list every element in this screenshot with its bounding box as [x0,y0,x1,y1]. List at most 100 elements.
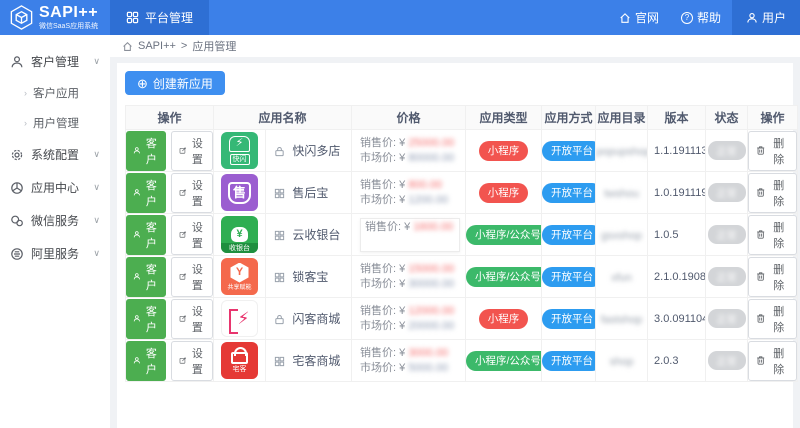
trash-icon [757,356,765,365]
customer-button[interactable]: 客户 [126,214,166,255]
app-name: 宅客商城 [292,354,341,368]
table-row: 客户 设置 ⚡ 快闪 快闪多店 销售价: ¥ 25000.00 市场价: ¥ 8… [125,129,799,172]
app-logo-label: 快闪 [229,154,250,165]
settings-button[interactable]: 设置 [171,172,213,213]
app-dir-blurred: shop [609,355,634,368]
delete-button[interactable]: 删除 [748,214,797,255]
app-type-badge: 小程序/公众号 [466,350,541,371]
sidebar-item-customer-management[interactable]: 客户管理 ∨ [0,45,110,78]
edit-icon [179,273,187,280]
app-logo: ⚡ 快闪 [221,132,258,169]
sidebar-item-ali-services[interactable]: 阿里服务 ∨ [0,237,110,270]
app-center-icon [11,181,23,194]
status-badge: 正常 [707,309,746,328]
brand-subtitle: 微信SaaS应用系统 [39,23,99,30]
breadcrumb: SAPI++ > 应用管理 [110,35,800,57]
app-logo: ¥ 收银台 [221,216,258,253]
market-price-blurred: 5000.00 [408,361,449,374]
edit-icon [179,147,187,154]
app-type-badge: 小程序 [478,140,529,161]
app-logo-glyph: ⚡ [228,136,251,152]
delete-button[interactable]: 删除 [748,340,797,381]
user-icon [133,147,140,154]
app-mode-badge: 开放平台 [542,140,595,161]
app-logo-label: 宅客 [232,366,247,373]
delete-button[interactable]: 删除 [748,256,797,297]
user-icon [133,315,140,322]
table-row: 客户 设置 Y 共享赋能 锁客宝 销售价: ¥ 15000.00 市场价: ¥ … [125,255,799,298]
sale-price-blurred: 15000.00 [408,262,455,275]
settings-button[interactable]: 设置 [171,130,213,171]
trash-icon [757,272,765,281]
help-icon: ? [680,11,693,24]
delete-button[interactable]: 删除 [748,130,797,171]
customer-button[interactable]: 客户 [126,256,166,297]
trash-icon [757,314,765,323]
sale-price-blurred: 12000.00 [408,304,455,317]
sale-price-blurred: 800.00 [408,178,442,191]
market-price-blurred: 30000.00 [408,277,455,290]
app-version: 2.1.0.190806 [654,270,706,283]
chevron-down-icon: ∨ [93,149,100,159]
status-badge: 正常 [707,183,746,202]
customer-button[interactable]: 客户 [126,130,166,171]
user-icon [133,189,140,196]
sidebar-item-customer-apps[interactable]: › 客户应用 [0,78,110,108]
tab-platform-management[interactable]: 平台管理 [110,0,210,35]
official-site-link[interactable]: 官网 [608,0,670,35]
breadcrumb-separator: > [180,40,188,52]
delete-button[interactable]: 删除 [748,172,797,213]
col-header-version: 版本 [647,105,707,130]
delete-button[interactable]: 删除 [748,298,797,339]
app-logo-glyph: ¥ [231,227,248,242]
market-price-blurred: 80000.00 [408,151,455,164]
sidebar-item-label: 客户管理 [31,55,80,69]
app-logo-area: SAPI++ 微信SaaS应用系统 [0,0,110,35]
trash-icon [757,146,765,155]
status-badge: 正常 [707,225,746,244]
lock-icon [275,314,284,325]
settings-button[interactable]: 设置 [171,340,213,381]
app-logo-label: 共享赋能 [227,284,252,291]
app-name: 云收银台 [292,228,341,242]
app-mode-badge: 开放平台 [542,308,595,329]
user-icon [133,357,140,364]
sale-price-blurred: 1600.00 [413,220,454,233]
official-site-label: 官网 [634,11,659,25]
help-link[interactable]: ? 帮助 [670,0,732,35]
create-app-button[interactable]: ⊕ 创建新应用 [125,71,225,95]
col-header-status: 状态 [705,105,749,130]
table-row: 客户 设置 售 售后宝 销售价: ¥ 800.00 市场价: ¥ 1200.00… [125,171,799,214]
breadcrumb-root[interactable]: SAPI++ [138,40,176,52]
customer-button[interactable]: 客户 [126,298,166,339]
edit-icon [179,315,187,322]
settings-button[interactable]: 设置 [171,298,213,339]
user-icon [133,273,140,280]
app-type-badge: 小程序/公众号 [466,266,541,287]
user-menu[interactable]: 用户 [731,0,800,35]
app-type-badge: 小程序/公众号 [466,224,541,245]
sidebar-item-user-management[interactable]: › 用户管理 [0,108,110,138]
app-type-badge: 小程序 [478,182,529,203]
app-dir-blurred: twshou [604,187,639,200]
chevron-down-icon: ∨ [93,182,100,192]
customer-button[interactable]: 客户 [126,172,166,213]
market-price-blurred: 20000.00 [408,319,455,332]
col-header-operate2: 操作 [747,105,799,130]
grid-icon [126,11,139,24]
help-label: 帮助 [696,11,721,25]
app-logo-glyph [231,347,248,364]
sidebar-item-system-config[interactable]: 系统配置 ∨ [0,138,110,171]
main-area: SAPI++ > 应用管理 ⊕ 创建新应用 操作 应用名称 价格 应用类型 应用… [110,35,800,428]
home-icon [123,41,132,51]
settings-button[interactable]: 设置 [171,214,213,255]
user-icon [747,12,757,23]
app-dir-blurred: fastshop [600,313,643,326]
col-header-operate: 操作 [125,105,214,130]
customer-button[interactable]: 客户 [126,340,166,381]
sidebar-item-wechat-services[interactable]: 微信服务 ∨ [0,204,110,237]
sidebar-item-app-center[interactable]: 应用中心 ∨ [0,171,110,204]
trash-icon [757,230,765,239]
settings-button[interactable]: 设置 [171,256,213,297]
